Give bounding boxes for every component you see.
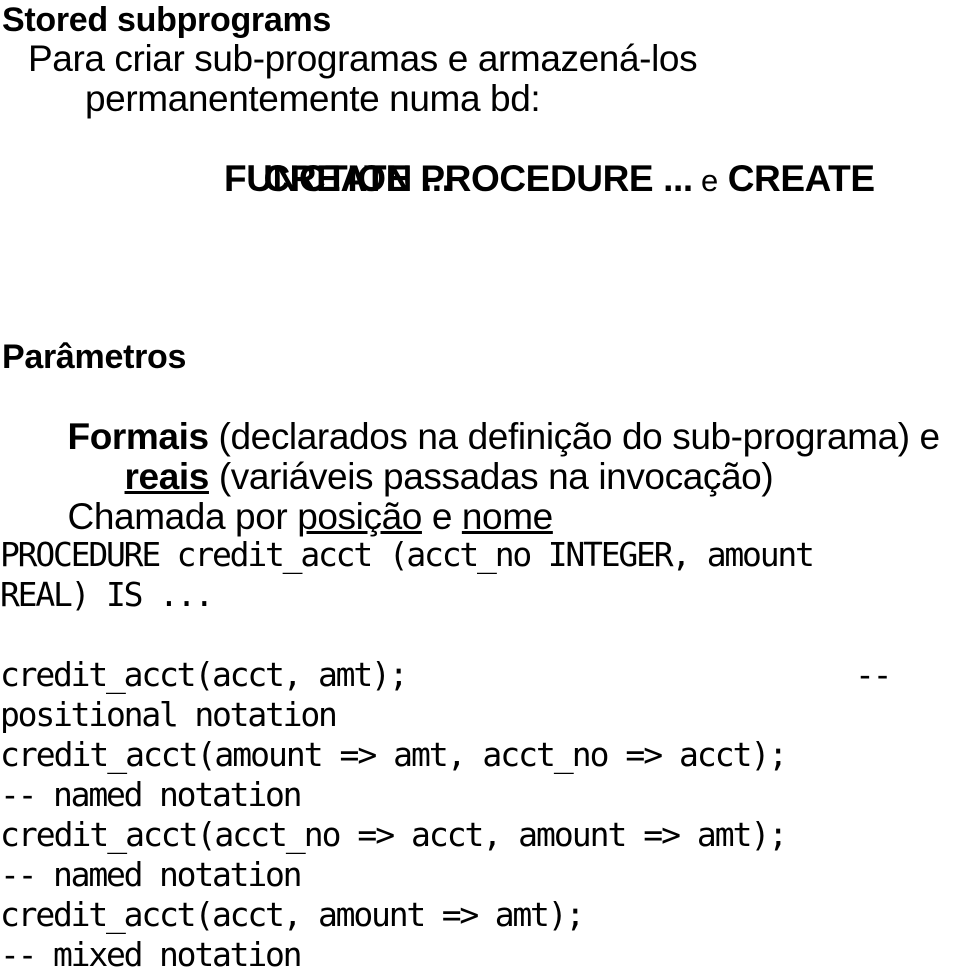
code-declaration-line-2: REAL) IS ... [0,575,214,614]
code-invocation-line-5: credit_acct(acct_no => acct, amount => a… [0,815,788,854]
code-invocation-line-1-comment: -- [855,655,893,694]
code-declaration-line-1: PROCEDURE credit_acct (acct_no INTEGER, … [0,535,815,574]
parameters-title: Parâmetros [2,338,187,376]
create-text: CREATE [727,158,875,199]
conjunction-e-text: e [700,163,718,198]
code-invocation-line-6: -- named notation [0,855,303,894]
chamada-conjunction: e [421,496,462,537]
chamada-prefix: Chamada por [67,496,298,537]
code-invocation-line-2: positional notation [0,695,338,734]
create-statement-line-2: FUNCTION ... [224,158,452,199]
chamada-term-nome: nome [461,496,553,537]
slide-canvas: Stored subprograms Para criar sub-progra… [0,0,960,974]
code-invocation-line-3: credit_acct(amount => amt, acct_no => ac… [0,735,788,774]
code-invocation-line-7: credit_acct(acct, amount => amt); [0,895,585,934]
code-invocation-line-4: -- named notation [0,775,303,814]
create-spacer [718,158,728,199]
code-invocation-line-1: credit_acct(acct, amt); [0,655,409,694]
conjunction-e [693,163,701,198]
page-title: Stored subprograms [2,1,331,39]
code-invocation-line-8: -- mixed notation [0,935,303,974]
heading-line-2: permanentemente numa bd: [85,78,541,119]
chamada-term-posicao: posição [297,496,422,537]
heading-line-1: Para criar sub-programas e armazená-los [28,38,698,79]
